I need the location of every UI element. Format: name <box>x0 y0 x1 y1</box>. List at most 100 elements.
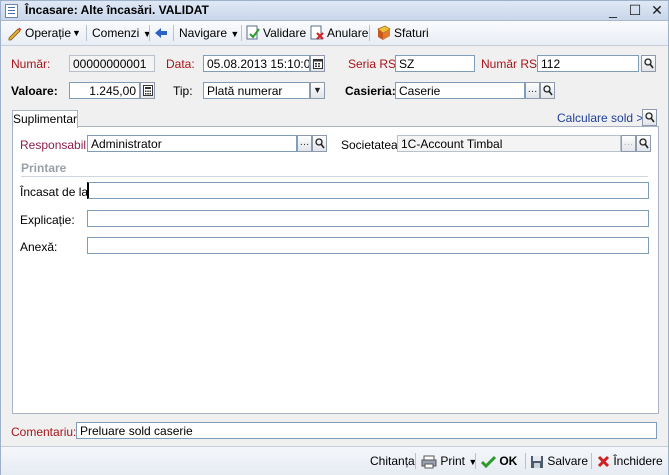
chitanta-button[interactable]: Chitanța <box>370 453 415 469</box>
footer-separator <box>591 453 592 469</box>
document-icon <box>5 4 18 18</box>
printer-icon <box>421 455 437 469</box>
search-icon <box>645 112 655 123</box>
numar-rs-field[interactable]: 112 <box>537 55 639 72</box>
inchidere-button[interactable]: Închidere <box>597 453 663 469</box>
numar-label: Număr: <box>11 57 51 71</box>
numar-field[interactable]: 00000000001 <box>69 55 155 72</box>
close-x-icon <box>597 456 610 468</box>
comenzi-label: Comenzi <box>92 26 140 40</box>
chevron-down-icon: ▼ <box>313 85 322 95</box>
checkmark-icon <box>480 456 497 469</box>
toolbar-separator <box>149 25 150 41</box>
operatie-dropdown-arrow[interactable]: ▼ <box>72 24 81 42</box>
responsabil-search-button[interactable] <box>312 135 327 152</box>
search-icon <box>644 58 654 69</box>
sfaturi-label: Sfaturi <box>394 26 429 40</box>
window-title: Încasare: Alte încasări. VALIDAT <box>25 3 209 17</box>
back-button[interactable] <box>153 24 171 42</box>
comentariu-field[interactable]: Preluare sold caserie <box>76 422 657 439</box>
ok-button[interactable]: OK <box>480 453 518 469</box>
societatea-search-button[interactable] <box>636 135 651 152</box>
close-button[interactable]: ✕ <box>647 2 667 19</box>
search-icon <box>315 138 325 149</box>
maximize-button[interactable]: ☐ <box>625 2 645 19</box>
save-disk-icon <box>531 455 543 468</box>
tip-label: Tip: <box>173 84 193 98</box>
casieria-search-button[interactable] <box>540 82 555 99</box>
responsabil-field[interactable]: Administrator <box>87 135 297 152</box>
tip-dropdown-button[interactable]: ▼ <box>310 82 325 99</box>
societatea-label: Societatea: <box>341 138 402 152</box>
calendar-icon <box>313 59 323 69</box>
explicatie-field[interactable] <box>87 210 649 227</box>
casieria-field[interactable]: Caserie <box>395 82 525 99</box>
explicatie-label: Explicație: <box>20 213 75 227</box>
ellipsis-icon: … <box>299 137 310 148</box>
calculare-sold-search-button[interactable] <box>642 109 657 126</box>
title-bar: Încasare: Alte încasări. VALIDAT _ ☐ ✕ <box>1 1 668 21</box>
pencil-icon <box>8 27 22 41</box>
comenzi-menu-button[interactable]: Comenzi ▼ <box>92 24 152 42</box>
salvare-button[interactable]: Salvare <box>530 453 588 469</box>
tab-suplimentar[interactable]: Suplimentar <box>12 110 78 128</box>
search-icon <box>639 138 649 149</box>
calendar-button[interactable] <box>310 55 325 72</box>
comentariu-label: Comentariu: <box>11 425 77 439</box>
print-label: Print <box>440 454 466 468</box>
seria-rs-label: Seria RS: <box>348 57 400 71</box>
incasat-de-la-field[interactable] <box>87 182 649 199</box>
valoare-field[interactable]: 1.245,00 <box>69 82 140 99</box>
societatea-select-button[interactable]: … <box>621 135 636 152</box>
calculare-sold-link[interactable]: Calculare sold >> <box>557 111 650 125</box>
printare-divider <box>21 176 648 177</box>
casieria-label: Casieria: <box>345 84 396 98</box>
footer-separator <box>475 453 476 469</box>
footer-separator <box>525 453 526 469</box>
toolbar-separator <box>86 25 87 41</box>
seria-rs-field[interactable]: SZ <box>395 55 475 72</box>
valoare-label: Valoare: <box>11 84 58 98</box>
document-cancel-icon <box>310 25 324 40</box>
operatie-menu-button[interactable]: Operație <box>7 24 71 42</box>
search-icon <box>543 85 553 96</box>
chevron-down-icon: ▼ <box>230 29 240 39</box>
data-label: Data: <box>166 57 195 71</box>
navigare-label: Navigare <box>179 26 228 40</box>
anexa-label: Anexă: <box>20 240 58 254</box>
ellipsis-icon: … <box>527 84 538 95</box>
ellipsis-icon: … <box>623 137 634 148</box>
footer-separator <box>415 453 416 469</box>
numar-rs-label: Număr RS: <box>481 57 541 71</box>
tips-book-icon <box>377 25 391 40</box>
casieria-select-button[interactable]: … <box>525 82 540 99</box>
responsabil-label: Responsabil: <box>20 138 90 152</box>
toolbar-separator <box>241 25 242 41</box>
responsabil-select-button[interactable]: … <box>297 135 312 152</box>
anexa-field[interactable] <box>87 237 649 254</box>
print-button[interactable]: Print ▼ <box>421 453 477 470</box>
data-field[interactable]: 05.08.2013 15:10:05 <box>203 55 310 72</box>
minimize-button[interactable]: _ <box>603 2 623 19</box>
ok-label: OK <box>499 454 518 468</box>
printare-heading: Printare <box>21 161 67 175</box>
suplimentar-panel <box>12 126 659 414</box>
toolbar-separator <box>173 25 174 41</box>
navigare-menu-button[interactable]: Navigare ▼ <box>179 24 239 42</box>
numar-rs-search-button[interactable] <box>641 55 656 72</box>
anulare-button[interactable]: Anulare <box>309 24 368 42</box>
calculator-icon <box>143 85 153 96</box>
calculator-button[interactable] <box>140 82 155 99</box>
document-window: Încasare: Alte încasări. VALIDAT _ ☐ ✕ O… <box>0 0 669 475</box>
anulare-label: Anulare <box>327 26 369 40</box>
arrow-left-icon <box>155 27 167 38</box>
societatea-field[interactable]: 1C-Account Timbal <box>397 135 621 152</box>
salvare-label: Salvare <box>547 454 589 468</box>
incasat-de-la-label: Încasat de la: <box>20 185 92 199</box>
operatie-label: Operație <box>25 26 72 40</box>
validare-label: Validare <box>263 26 307 40</box>
tip-select[interactable]: Plată numerar <box>203 82 310 99</box>
validare-button[interactable]: Validare <box>245 24 306 42</box>
sfaturi-button[interactable]: Sfaturi <box>376 24 429 42</box>
toolbar: Operație ▼ Comenzi ▼ Navigare ▼ Validare… <box>1 21 668 46</box>
